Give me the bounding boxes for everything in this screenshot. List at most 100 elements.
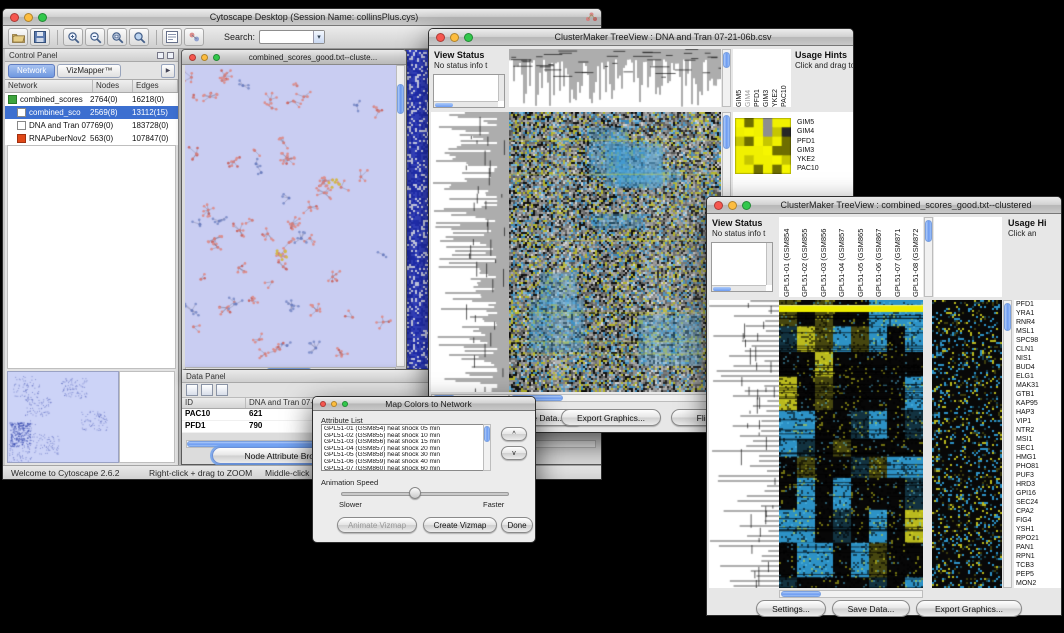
- scrollbar-thumb[interactable]: [723, 115, 730, 149]
- zoom-button[interactable]: [38, 13, 47, 22]
- minimize-button[interactable]: [331, 401, 337, 407]
- scrollbar-thumb[interactable]: [925, 220, 932, 242]
- close-button[interactable]: [189, 54, 196, 61]
- select-attributes-icon[interactable]: [186, 384, 198, 396]
- minimize-button[interactable]: [450, 33, 459, 42]
- network-row[interactable]: combined_scores 2764(0) 16218(0): [5, 93, 178, 106]
- gene-label[interactable]: CLN1: [1016, 345, 1061, 354]
- correlation-matrix[interactable]: [735, 118, 791, 174]
- treeview-titlebar[interactable]: ClusterMaker TreeView : combined_scores_…: [707, 197, 1061, 214]
- gene-label[interactable]: MSI1: [1016, 435, 1061, 444]
- close-button[interactable]: [436, 33, 445, 42]
- scrollbar-thumb[interactable]: [397, 84, 404, 114]
- attribute-list-item[interactable]: GPL51-02 (GSM855) heat shock 10 min: [324, 433, 488, 440]
- array-column-label[interactable]: GPL51-06 (GSM867: [874, 217, 883, 297]
- attribute-list-item[interactable]: GPL51-01 (GSM854) heat shock 05 min: [324, 426, 488, 433]
- tab-vizmapper[interactable]: VizMapper™: [57, 64, 121, 78]
- gene-label[interactable]: MAK31: [1016, 381, 1061, 390]
- gene-label[interactable]: PFD1: [1016, 300, 1061, 309]
- close-button[interactable]: [10, 13, 19, 22]
- zoom-out-button[interactable]: [85, 28, 105, 46]
- export-graphics-button[interactable]: Export Graphics...: [916, 600, 1022, 617]
- row-dendrogram[interactable]: [709, 300, 779, 588]
- gene-label[interactable]: KAP95: [1016, 399, 1061, 408]
- gene-label[interactable]: NTR2: [1016, 426, 1061, 435]
- save-data-button[interactable]: Save Data...: [832, 600, 910, 617]
- gene-row-label[interactable]: YKE2: [797, 155, 851, 164]
- column-dendrogram[interactable]: [509, 49, 721, 107]
- scrollbar-thumb[interactable]: [713, 287, 731, 291]
- gene-label[interactable]: NIS1: [1016, 354, 1061, 363]
- vertical-scrollbar[interactable]: [396, 65, 405, 367]
- combo-arrow-icon[interactable]: ▾: [313, 31, 324, 43]
- expression-heatmap[interactable]: [779, 300, 923, 588]
- export-graphics-button[interactable]: Export Graphics...: [561, 409, 661, 426]
- network-canvas[interactable]: [185, 65, 396, 367]
- dendrogram-vscrollbar[interactable]: [722, 49, 731, 107]
- gene-label[interactable]: SEC24: [1016, 498, 1061, 507]
- gene-label[interactable]: PHO81: [1016, 462, 1061, 471]
- heatmap-hscrollbar[interactable]: [509, 394, 721, 402]
- close-button[interactable]: [320, 401, 326, 407]
- gene-label[interactable]: YRA1: [1016, 309, 1061, 318]
- array-column-label[interactable]: GPL51-05 (GSM865: [856, 217, 865, 297]
- done-button[interactable]: Done: [501, 517, 533, 533]
- scrollbar-thumb[interactable]: [781, 591, 821, 597]
- open-session-button[interactable]: [8, 28, 28, 46]
- array-column-label[interactable]: GPL51-07 (GSM871: [893, 217, 902, 297]
- gene-label[interactable]: YSH1: [1016, 525, 1061, 534]
- zoom-button[interactable]: [464, 33, 473, 42]
- array-column-label[interactable]: GPL51-01 (GSM854: [782, 217, 791, 297]
- attribute-list-item[interactable]: GPL51-07 (GSM860) heat shock 60 min: [324, 466, 488, 471]
- gene-column-label[interactable]: PFD1: [754, 49, 761, 107]
- create-attribute-icon[interactable]: [201, 384, 213, 396]
- dialog-titlebar[interactable]: Map Colors to Network: [313, 397, 535, 411]
- gene-label[interactable]: FIG4: [1016, 516, 1061, 525]
- gene-row-label[interactable]: GIM5: [797, 118, 851, 127]
- scrollbar-thumb[interactable]: [484, 426, 490, 442]
- gene-label[interactable]: GPI16: [1016, 489, 1061, 498]
- mini-vscrollbar[interactable]: [498, 75, 504, 101]
- gene-column-label[interactable]: GIM5: [736, 49, 743, 107]
- gene-label[interactable]: HAP3: [1016, 408, 1061, 417]
- attribute-list-item[interactable]: GPL51-03 (GSM856) heat shock 15 min: [324, 439, 488, 446]
- main-titlebar[interactable]: Cytoscape Desktop (Session Name: collins…: [3, 9, 601, 26]
- gene-label[interactable]: RPO21: [1016, 534, 1061, 543]
- annotation-button[interactable]: [162, 28, 182, 46]
- close-panel-button[interactable]: [167, 52, 174, 59]
- speed-slider-track[interactable]: [341, 492, 509, 496]
- mini-hscrollbar[interactable]: [712, 285, 766, 291]
- birdseye-overview[interactable]: [7, 371, 119, 463]
- minimize-button[interactable]: [24, 13, 33, 22]
- gene-label[interactable]: HRD3: [1016, 480, 1061, 489]
- gene-row-label[interactable]: PFD1: [797, 137, 851, 146]
- heatmap-hscrollbar[interactable]: [779, 590, 923, 598]
- gene-label[interactable]: SEC1: [1016, 444, 1061, 453]
- gene-row-label[interactable]: GIM4: [797, 127, 851, 136]
- gene-label[interactable]: VIP1: [1016, 417, 1061, 426]
- move-down-button[interactable]: v: [501, 446, 527, 460]
- array-column-label[interactable]: GPL51-08 (GSM872: [911, 217, 920, 297]
- gene-column-label[interactable]: GIM3: [763, 49, 770, 107]
- mini-vscrollbar[interactable]: [766, 243, 772, 285]
- treeview-titlebar[interactable]: ClusterMaker TreeView : DNA and Tran 07-…: [429, 29, 853, 46]
- minimize-button[interactable]: [201, 54, 208, 61]
- speed-slider-thumb[interactable]: [409, 487, 421, 499]
- gene-label[interactable]: TCB3: [1016, 561, 1061, 570]
- expression-heatmap[interactable]: [509, 112, 721, 392]
- list-vscrollbar[interactable]: [483, 424, 491, 471]
- attribute-list-item[interactable]: GPL51-04 (GSM857) heat shock 20 min: [324, 446, 488, 453]
- attribute-listbox[interactable]: GPL51-01 (GSM854) heat shock 05 minGPL51…: [321, 424, 491, 471]
- minimize-button[interactable]: [728, 201, 737, 210]
- network-row[interactable]: combined_sco 2569(8) 13112(15): [5, 106, 178, 119]
- scrollbar-thumb[interactable]: [435, 103, 453, 107]
- save-session-button[interactable]: [30, 28, 50, 46]
- create-vizmap-button[interactable]: Create Vizmap: [423, 517, 497, 533]
- gene-label[interactable]: BUD4: [1016, 363, 1061, 372]
- zoom-button[interactable]: [742, 201, 751, 210]
- gene-label[interactable]: MSL1: [1016, 327, 1061, 336]
- zoom-button[interactable]: [213, 54, 220, 61]
- zoom-fit-button[interactable]: [107, 28, 127, 46]
- array-column-label[interactable]: GPL51-04 (GSM857: [837, 217, 846, 297]
- global-heatmap-preview[interactable]: [932, 300, 1002, 588]
